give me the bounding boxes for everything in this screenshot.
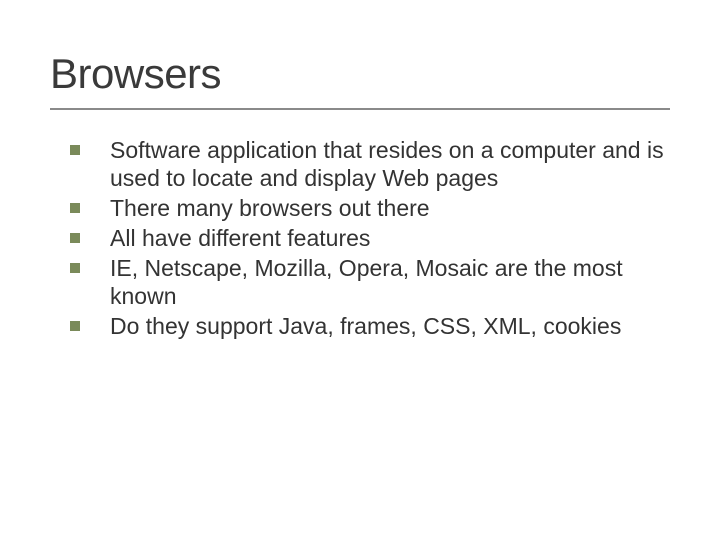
list-item-text: All have different features [110, 225, 370, 251]
slide: Browsers Software application that resid… [0, 0, 720, 540]
list-item-text: Do they support Java, frames, CSS, XML, … [110, 313, 621, 339]
list-item-text: There many browsers out there [110, 195, 430, 221]
list-item: Software application that resides on a c… [70, 136, 670, 192]
bullet-square-icon [70, 263, 80, 273]
bullet-square-icon [70, 203, 80, 213]
bullet-square-icon [70, 233, 80, 243]
list-item: There many browsers out there [70, 194, 670, 222]
list-item: All have different features [70, 224, 670, 252]
list-item-text: Software application that resides on a c… [110, 137, 664, 191]
title-divider [50, 108, 670, 110]
bullet-list: Software application that resides on a c… [50, 136, 670, 340]
list-item: Do they support Java, frames, CSS, XML, … [70, 312, 670, 340]
list-item: IE, Netscape, Mozilla, Opera, Mosaic are… [70, 254, 670, 310]
slide-title: Browsers [50, 50, 670, 98]
bullet-square-icon [70, 145, 80, 155]
bullet-square-icon [70, 321, 80, 331]
list-item-text: IE, Netscape, Mozilla, Opera, Mosaic are… [110, 255, 623, 309]
